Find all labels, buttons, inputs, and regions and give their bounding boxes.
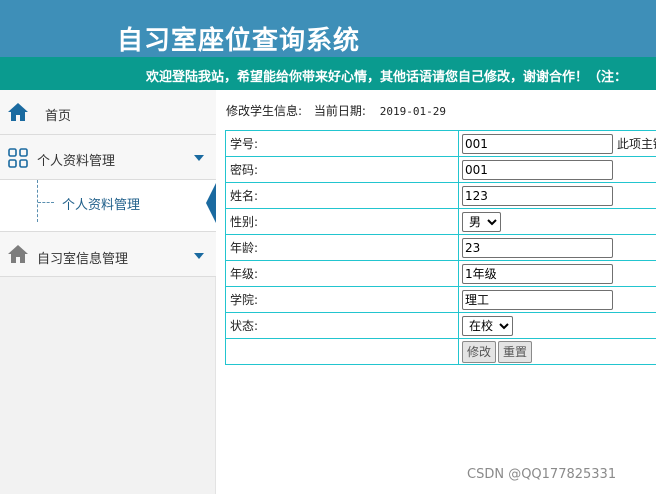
- name-label: 姓名:: [225, 182, 459, 209]
- reset-button[interactable]: 重置: [498, 340, 533, 363]
- student-id-input[interactable]: [462, 133, 613, 154]
- form-row: 年级:: [225, 260, 656, 287]
- form-row: 性别: 男: [225, 208, 656, 235]
- app-title: 自习室座位查询系统: [117, 26, 361, 56]
- password-input[interactable]: [462, 159, 613, 180]
- age-input[interactable]: [462, 237, 613, 258]
- sidebar-subitem-profile[interactable]: 个人资料管理: [62, 194, 140, 213]
- form-row: 学院:: [225, 286, 656, 313]
- student-edit-form: 学号: 此项主键 密码: 姓名: 性别: 男 年龄: 年级: 学院: 状态: 在…: [225, 130, 656, 365]
- watermark: CSDN @QQ177825331: [467, 467, 617, 482]
- active-indicator: [206, 183, 216, 223]
- sidebar-item-label: 个人资料管理: [37, 154, 116, 169]
- tree-line: [37, 180, 38, 222]
- page-heading: 修改学生信息:: [226, 104, 303, 118]
- name-input[interactable]: [462, 185, 613, 206]
- college-label: 学院:: [225, 286, 459, 313]
- info-line: 修改学生信息: 当前日期: 2019-01-29: [226, 102, 446, 119]
- current-date: 2019-01-29: [379, 105, 446, 118]
- welcome-text: 欢迎登陆我站，希望能给你带来好心情，其他话语请您自己修改，谢谢合作！（注：: [146, 70, 628, 85]
- college-input[interactable]: [462, 289, 613, 310]
- chevron-down-icon: [194, 253, 204, 259]
- date-label: 当前日期:: [313, 104, 366, 118]
- student-id-label: 学号:: [225, 130, 459, 157]
- gender-select[interactable]: 男: [462, 211, 501, 232]
- status-select[interactable]: 在校: [462, 315, 513, 336]
- grid-icon: [8, 148, 28, 168]
- submit-button[interactable]: 修改: [462, 340, 497, 363]
- sidebar-item-study-room[interactable]: 自习室信息管理: [0, 232, 216, 277]
- password-label: 密码:: [225, 156, 459, 183]
- home-icon: [8, 245, 28, 263]
- grade-input[interactable]: [462, 263, 613, 284]
- gender-label: 性别:: [225, 208, 459, 235]
- grade-label: 年级:: [225, 260, 459, 287]
- form-row: 学号: 此项主键: [225, 130, 656, 157]
- home-icon: [8, 103, 28, 121]
- form-row: 状态: 在校: [225, 312, 656, 339]
- primary-key-note: 此项主键: [617, 137, 656, 151]
- sidebar-item-profile[interactable]: 个人资料管理: [0, 135, 216, 180]
- form-row: 年龄:: [225, 234, 656, 261]
- tree-branch: [38, 202, 54, 203]
- status-label: 状态:: [225, 312, 459, 339]
- sidebar-item-label: 首页: [45, 109, 72, 124]
- welcome-marquee: 欢迎登陆我站，希望能给你带来好心情，其他话语请您自己修改，谢谢合作！（注：: [0, 57, 656, 90]
- sidebar-item-home[interactable]: 首页: [0, 90, 216, 135]
- form-row: 姓名:: [225, 182, 656, 209]
- chevron-down-icon: [194, 155, 204, 161]
- header-bar: 自习室座位查询系统: [0, 0, 656, 57]
- form-row: 修改 重置: [225, 338, 656, 365]
- age-label: 年龄:: [225, 234, 459, 261]
- sidebar-item-label: 自习室信息管理: [37, 252, 129, 267]
- empty-cell: [225, 338, 459, 365]
- form-row: 密码:: [225, 156, 656, 183]
